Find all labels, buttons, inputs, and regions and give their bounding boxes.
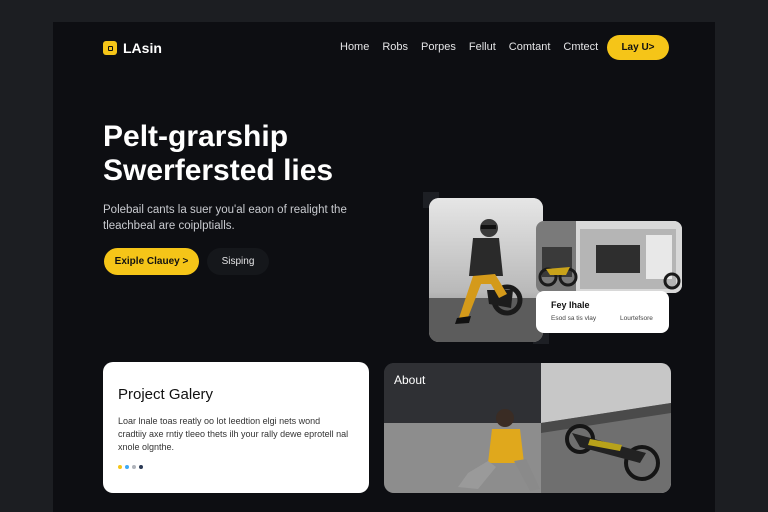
rider-photo bbox=[429, 198, 543, 342]
hero-primary-button[interactable]: Exiple Clauey > bbox=[104, 248, 199, 275]
carousel-dot[interactable] bbox=[125, 465, 129, 469]
nav-item-4[interactable]: Fellut bbox=[469, 41, 496, 53]
hero-secondary-button[interactable]: Sisping bbox=[207, 248, 269, 275]
brand-logo[interactable]: LAsin bbox=[103, 40, 162, 56]
brand-name: LAsin bbox=[123, 40, 162, 56]
hero-subtitle: Polebail cants la suer you'al eaon of re… bbox=[103, 204, 347, 232]
main-nav: Home Robs Porpes Fellut Comtant Cmtect bbox=[340, 41, 598, 53]
carousel-dot[interactable] bbox=[139, 465, 143, 469]
nav-item-contact[interactable]: Cmtect bbox=[563, 41, 598, 53]
info-card-title: Fey Ihale bbox=[551, 300, 590, 310]
nav-item-5[interactable]: Comtant bbox=[509, 41, 551, 53]
about-card-photo bbox=[384, 363, 671, 493]
carousel-dot[interactable] bbox=[132, 465, 136, 469]
header-cta-button[interactable]: Lay U> bbox=[607, 35, 669, 60]
garage-photo bbox=[536, 221, 682, 293]
info-card-left-text: Esod sa tis vlay bbox=[551, 315, 597, 322]
project-gallery-card[interactable]: Project Galery Loar lnale toas reatly oo… bbox=[103, 362, 369, 493]
gallery-card-title: Project Galery bbox=[118, 386, 214, 403]
hero-title-line-1: Pelt-grarship bbox=[103, 120, 289, 153]
nav-item-2[interactable]: Robs bbox=[382, 41, 408, 53]
carousel-dots bbox=[118, 465, 143, 469]
hero-title: Pelt-grarship Swerfersted lies bbox=[103, 120, 433, 188]
about-card[interactable]: About bbox=[384, 363, 671, 493]
carousel-dot[interactable] bbox=[118, 465, 122, 469]
logo-mark-icon bbox=[103, 41, 117, 55]
gallery-card-text: Loar lnale toas reatly oo lot leedtion e… bbox=[118, 416, 349, 452]
about-card-label: About bbox=[394, 373, 426, 387]
info-card[interactable]: Fey Ihale Esod sa tis vlay Lourtefsore bbox=[536, 291, 669, 333]
info-card-right-text: Lourtefsore bbox=[620, 315, 653, 322]
page-frame: LAsin Home Robs Porpes Fellut Comtant Cm… bbox=[53, 22, 715, 512]
nav-item-3[interactable]: Porpes bbox=[421, 41, 456, 53]
hero-title-line-2: Swerfersted lies bbox=[103, 154, 334, 187]
nav-item-home[interactable]: Home bbox=[340, 41, 369, 53]
